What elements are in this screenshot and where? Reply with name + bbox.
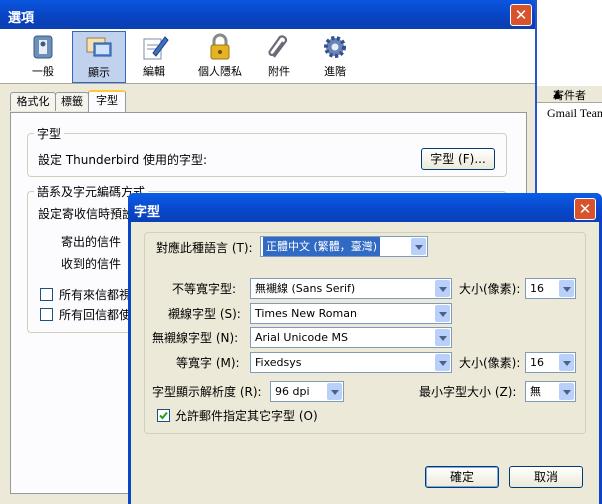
fonts-title-bar[interactable]: 字型 ✕: [128, 193, 602, 222]
toolbar-privacy-button[interactable]: 個人隱私: [190, 31, 250, 81]
toolbar-label: 個人隱私: [198, 65, 242, 78]
allow-document-fonts-checkbox[interactable]: [157, 409, 170, 422]
tab-fonts[interactable]: 字型: [88, 90, 126, 113]
dropdown-arrow-icon[interactable]: [559, 280, 574, 297]
fonts-dialog: 字型 ✕ 對應此種語言 (T): 正體中文 (繁體，臺灣) 不等寬字型: 無襯線…: [128, 193, 602, 504]
message-list-header[interactable]: ▲ 寄件者: [533, 86, 602, 103]
proportional-font-label: 不等寬字型:: [172, 282, 237, 296]
dropdown-arrow-icon[interactable]: [435, 280, 450, 297]
dropdown-arrow-icon[interactable]: [435, 354, 450, 371]
serif-font-label: 襯線字型 (S):: [168, 307, 241, 321]
minimum-size-select[interactable]: 無: [525, 381, 576, 402]
dropdown-arrow-icon[interactable]: [435, 329, 450, 346]
attachment-clip-icon: [268, 35, 288, 58]
ok-button[interactable]: 確定: [425, 466, 499, 488]
general-switch-icon: [33, 35, 53, 59]
proportional-font-select[interactable]: 無襯線 (Sans Serif): [250, 278, 452, 299]
fonts-dialog-title: 字型: [134, 205, 161, 220]
toolbar-label: 顯示: [88, 66, 110, 79]
fonts-description: 設定 Thunderbird 使用的字型:: [38, 153, 208, 167]
edit-pen-icon: [143, 36, 169, 60]
resolution-select[interactable]: 96 dpi: [270, 381, 344, 402]
dropdown-arrow-icon[interactable]: [559, 383, 574, 400]
toolbar-label: 一般: [32, 65, 54, 78]
checkbox-apply-incoming-label: 所有來信都視: [59, 288, 132, 302]
message-row-sender[interactable]: Gmail Team: [547, 106, 602, 121]
proportional-size-select[interactable]: 16: [525, 278, 576, 299]
minimum-size-label: 最小字型大小 (Z):: [419, 385, 517, 399]
toolbar-display-button[interactable]: 顯示: [72, 31, 126, 83]
toolbar-general-button[interactable]: 一般: [17, 31, 69, 81]
sans-serif-font-select[interactable]: Arial Unicode MS: [250, 327, 452, 348]
options-title-bar[interactable]: 選項 ✕: [0, 0, 535, 29]
display-monitor-icon: [86, 37, 112, 57]
monospace-font-label: 等寬字 (M):: [176, 356, 240, 370]
monospace-size-select[interactable]: 16: [525, 352, 576, 373]
cancel-button[interactable]: 取消: [509, 466, 583, 488]
language-select[interactable]: 正體中文 (繁體，臺灣): [260, 236, 428, 257]
checkmark-icon: [159, 411, 168, 420]
monospace-font-select[interactable]: Fixedsys: [250, 352, 452, 373]
advanced-gear-icon: [324, 36, 346, 58]
toolbar-attachments-button[interactable]: 附件: [253, 31, 305, 81]
column-header-from[interactable]: 寄件者: [553, 87, 586, 103]
incoming-encoding-label: 收到的信件: [61, 257, 122, 271]
toolbar-label: 進階: [324, 65, 346, 78]
fonts-dialog-body: 對應此種語言 (T): 正體中文 (繁體，臺灣) 不等寬字型: 無襯線 (San…: [131, 222, 599, 504]
dropdown-arrow-icon[interactable]: [411, 238, 426, 255]
resolution-label: 字型顯示解析度 (R):: [152, 385, 262, 399]
size-label-1: 大小(像素):: [459, 282, 521, 296]
fonts-close-button[interactable]: ✕: [574, 198, 596, 220]
checkbox-apply-replies-label: 所有回信都使: [59, 308, 132, 322]
tab-formatting[interactable]: 格式化: [10, 92, 56, 111]
size-label-2: 大小(像素):: [459, 356, 521, 370]
toolbar-label: 附件: [268, 65, 290, 78]
toolbar-edit-button[interactable]: 編輯: [128, 31, 180, 81]
toolbar-label: 編輯: [143, 65, 165, 78]
tab-tags[interactable]: 標籤: [55, 92, 89, 111]
fonts-button[interactable]: 字型 (F)...: [421, 148, 495, 170]
dropdown-arrow-icon[interactable]: [327, 383, 342, 400]
fonts-group-title: 字型: [34, 125, 65, 142]
toolbar-advanced-button[interactable]: 進階: [309, 31, 361, 81]
checkbox-apply-replies[interactable]: [40, 308, 53, 321]
outgoing-encoding-label: 寄出的信件: [61, 235, 122, 249]
language-label: 對應此種語言 (T):: [156, 241, 253, 255]
serif-font-select[interactable]: Times New Roman: [250, 303, 452, 324]
dropdown-arrow-icon[interactable]: [435, 305, 450, 322]
options-title: 選項: [8, 11, 35, 26]
checkbox-apply-incoming[interactable]: [40, 288, 53, 301]
sans-serif-font-label: 無襯線字型 (N):: [152, 331, 239, 345]
language-description: 設定寄收信時預設: [38, 207, 135, 221]
dropdown-arrow-icon[interactable]: [559, 354, 574, 371]
privacy-lock-icon: [210, 33, 230, 60]
options-category-toolbar: 一般 顯示 編輯 個人隱私 附件 進階: [0, 29, 535, 84]
options-close-button[interactable]: ✕: [510, 4, 532, 26]
allow-document-fonts-label: 允許郵件指定其它字型 (O): [175, 409, 318, 423]
